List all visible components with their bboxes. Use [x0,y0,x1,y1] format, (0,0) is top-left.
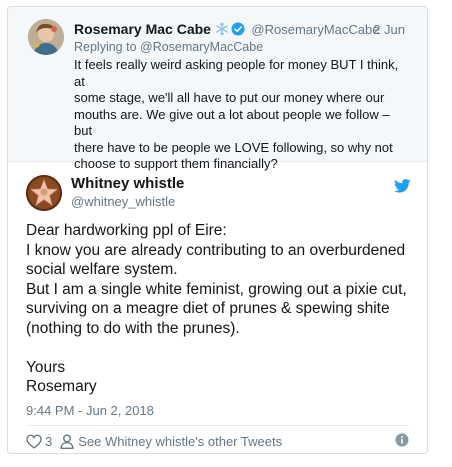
quoted-author-name[interactable]: Rosemary Mac Cabe [74,21,211,37]
tweet-timestamp[interactable]: 9:44 PM - Jun 2, 2018 [26,403,154,418]
quoted-text-line: It feels really weird asking people for … [74,57,399,89]
author-name[interactable]: Whitney whistle [71,175,184,192]
quoted-text-line: there have to be people we LOVE followin… [74,139,393,155]
quoted-author-avatar[interactable] [28,19,64,55]
snowflake-icon [216,22,228,36]
tweet-actions: 3 See Whitney whistle's other Tweets [26,432,282,450]
action-divider [26,425,409,426]
tweet-text-line: Dear hardworking ppl of Eire: [26,222,227,239]
quoted-tweet[interactable]: Rosemary Mac Cabe @RosemaryMacCabe 2 Jun… [8,7,427,171]
verified-badge-icon [231,22,245,36]
tweet-text-blank-line [26,338,426,358]
twitter-bird-icon[interactable] [394,179,411,193]
replying-to-label: Replying to @RosemaryMacCabe [74,40,264,54]
quoted-date[interactable]: 2 Jun [373,22,405,37]
heart-icon[interactable] [26,434,42,449]
tweet-text-line: I know you are already contributing to a… [26,241,406,259]
quoted-tweet-text: It feels really weird asking people for … [74,57,410,173]
like-count[interactable]: 3 [45,434,52,449]
tweet-text-line: (nothing to do with the prunes). [26,319,240,337]
author-handle[interactable]: @whitney_whistle [71,194,175,209]
quoted-header: Rosemary Mac Cabe @RosemaryMacCabe 2 Jun [74,21,417,39]
embedded-tweet-card: Rosemary Mac Cabe @RosemaryMacCabe 2 Jun… [7,6,428,454]
tweet-text-line: surviving on a meagre diet of prunes & s… [26,300,390,317]
author-avatar[interactable] [26,175,62,211]
info-icon[interactable] [395,433,409,447]
tweet-text-line: social welfare system. [26,261,178,278]
quoted-text-line: mouths are. We give out a lot about peop… [74,106,390,139]
person-icon[interactable] [60,433,74,449]
quoted-text-line: choose to support them financially? [74,156,278,171]
quoted-text-line: some stage, we'll all have to put our mo… [74,90,385,105]
tweet-text-line: Yours [26,358,66,376]
tweet-text: Dear hardworking ppl of Eire: I know you… [26,221,426,397]
see-other-tweets-link[interactable]: See Whitney whistle's other Tweets [78,434,282,449]
tweet-text-line: Rosemary [26,378,97,395]
quoted-author-handle[interactable]: @RosemaryMacCabe [251,22,379,37]
tweet-text-line: But I am a single white feminist, growin… [26,280,407,298]
